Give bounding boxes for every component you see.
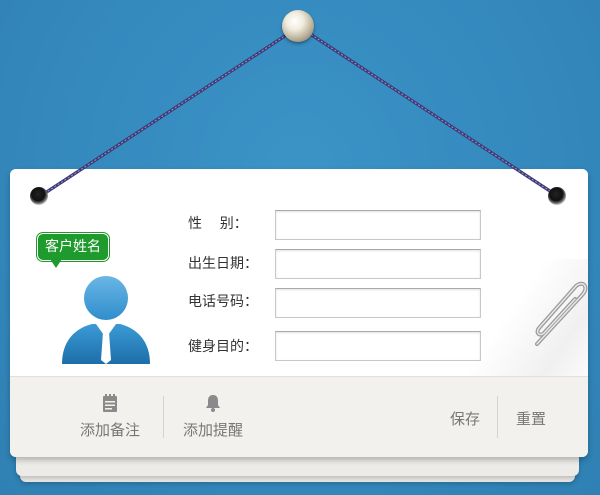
phone-field[interactable] xyxy=(275,288,481,318)
add-reminder-button[interactable]: 添加提醒 xyxy=(181,393,245,440)
string-hole-right xyxy=(548,187,566,205)
hanging-card-scene: 客户姓名 性 别： 出生日期： 电话号码： 健身目的： 添加备注 添加提醒 保存… xyxy=(0,0,600,495)
fitness-goal-label: 健身目的： xyxy=(188,339,258,355)
add-note-button[interactable]: 添加备注 xyxy=(78,393,142,440)
nail-icon xyxy=(282,10,314,42)
add-note-label: 添加备注 xyxy=(79,421,140,439)
save-button[interactable]: 保存 xyxy=(450,408,480,429)
footer-divider xyxy=(497,396,498,438)
reset-button[interactable]: 重置 xyxy=(516,408,546,429)
gender-field[interactable] xyxy=(275,210,481,240)
gender-label: 性 别： xyxy=(188,216,248,232)
badge-tail xyxy=(50,259,62,268)
phone-label: 电话号码： xyxy=(188,294,258,310)
paperclip-icon xyxy=(535,281,588,346)
notepad-icon xyxy=(103,394,117,412)
bell-icon xyxy=(206,395,220,412)
birth-date-label: 出生日期： xyxy=(188,256,258,272)
string-hole-left xyxy=(30,187,48,205)
customer-name-badge[interactable]: 客户姓名 xyxy=(37,233,109,261)
stacked-sheet xyxy=(16,456,579,476)
birth-date-field[interactable] xyxy=(275,249,481,279)
fitness-goal-field[interactable] xyxy=(275,331,481,361)
add-reminder-label: 添加提醒 xyxy=(182,421,243,439)
person-avatar-icon xyxy=(62,276,150,364)
footer-divider xyxy=(163,396,164,438)
